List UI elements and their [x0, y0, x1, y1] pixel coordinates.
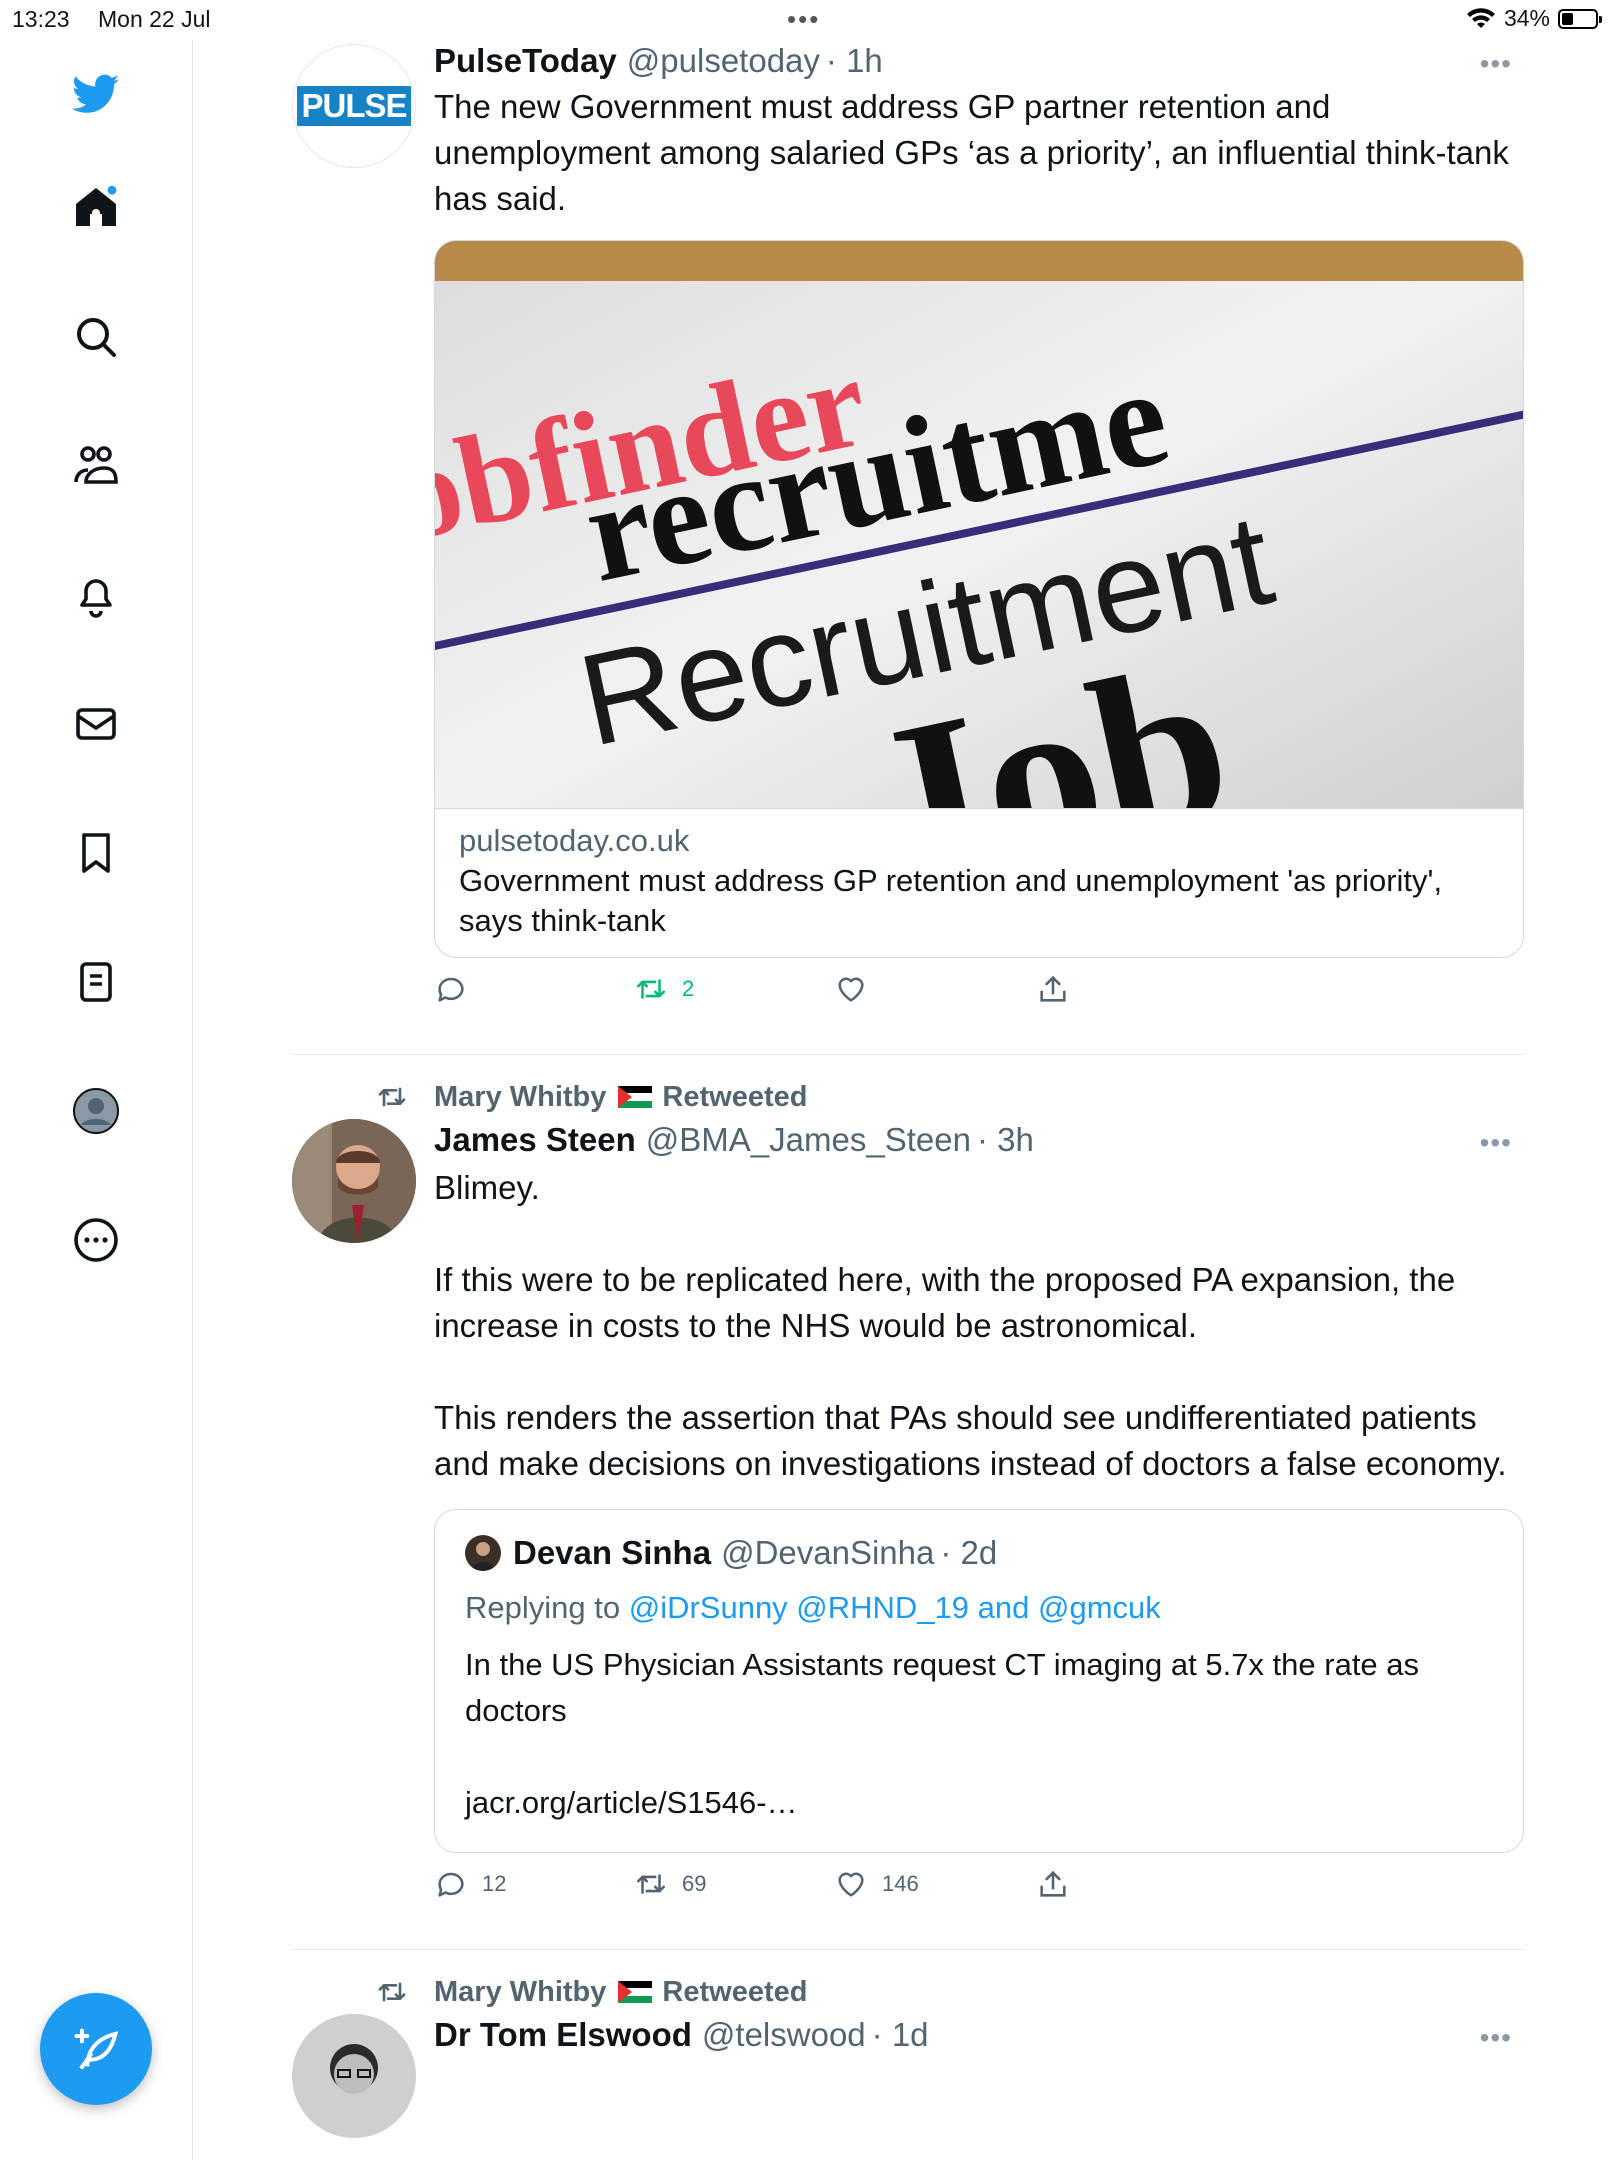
avatar[interactable]: PULSE [292, 44, 416, 168]
status-time: 13:23 [12, 6, 70, 32]
status-date: Mon 22 Jul [98, 6, 211, 32]
tweet[interactable]: James Steen @BMA_James_Steen · 3h ••• Bl… [292, 1119, 1524, 1923]
quote-author-name[interactable]: Devan Sinha [513, 1532, 711, 1574]
tweet-text: Blimey. If this were to be replicated he… [434, 1169, 1507, 1482]
quote-avatar [465, 1535, 501, 1571]
newspaper-recruitment-image: obfinder recruitme Recruitment Job [435, 241, 1523, 808]
retweet-count: 2 [682, 976, 695, 1001]
palestine-flag-icon [618, 1981, 653, 2003]
quote-text: In the US Physician Assistants request C… [465, 1647, 1420, 1820]
card-title: Government must address GP retention and… [459, 863, 1443, 938]
author-handle[interactable]: @telswood [702, 2014, 866, 2056]
retweet-button[interactable]: 69 [634, 1867, 706, 1901]
retweeted-icon [378, 1087, 406, 1107]
replying-to: Replying to @iDrSunny @RHND_19 and @gmcu… [465, 1586, 1493, 1630]
bookmarks-icon[interactable] [70, 827, 122, 879]
retweet-icon [636, 1874, 666, 1894]
retweet-context: Mary Whitby Retweeted [292, 1950, 1524, 2014]
more-options-icon[interactable]: ••• [1480, 48, 1512, 80]
reply-icon [438, 1872, 464, 1897]
author-name[interactable]: Dr Tom Elswood [434, 2014, 692, 2056]
like-count: 146 [882, 1871, 919, 1896]
tweet-actions: 12 69 146 [434, 1867, 1524, 1923]
like-icon [838, 977, 864, 1002]
tweet-actions: 2 [434, 972, 1524, 1028]
retweeted-label: Retweeted [662, 1080, 808, 1113]
sidebar [0, 40, 193, 2160]
multitasking-dots-icon[interactable]: ••• [787, 4, 820, 35]
share-icon [1040, 975, 1066, 1002]
author-name[interactable]: James Steen [434, 1119, 636, 1161]
tweet-time[interactable]: · 3h [977, 1119, 1034, 1161]
retweeter-name[interactable]: Mary Whitby [434, 1976, 606, 2009]
retweeted-icon [378, 1982, 406, 2002]
quote-author-handle[interactable]: @DevanSinha [721, 1532, 934, 1574]
like-button[interactable]: 146 [834, 1867, 919, 1901]
like-button[interactable] [834, 972, 882, 1006]
retweet-button[interactable]: 2 [634, 972, 694, 1006]
avatar[interactable] [292, 1119, 416, 1243]
status-right: 34% [1466, 5, 1602, 32]
reply-count: 12 [482, 1871, 507, 1896]
search-icon[interactable] [70, 311, 122, 363]
quote-header: Devan Sinha @DevanSinha · 2d [465, 1532, 1493, 1574]
communities-icon[interactable] [70, 440, 122, 492]
compose-feather-icon [74, 2028, 119, 2070]
more-options-icon[interactable]: ••• [1480, 1127, 1512, 1159]
replying-prefix: Replying to [465, 1590, 621, 1625]
share-button[interactable] [1036, 1867, 1070, 1901]
share-button[interactable] [1036, 972, 1070, 1006]
share-icon [1040, 1870, 1066, 1897]
tweet-header: James Steen @BMA_James_Steen · 3h [434, 1119, 1524, 1161]
reply-icon [438, 977, 464, 1002]
tweet-time[interactable]: · 1d [872, 2014, 929, 2056]
tweet-text: The new Government must address GP partn… [434, 88, 1519, 217]
link-card[interactable]: obfinder recruitme Recruitment Job pulse… [434, 240, 1524, 958]
retweeter-name[interactable]: Mary Whitby [434, 1081, 606, 1114]
status-bar: 13:23 Mon 22 Jul ••• 34% [0, 0, 1620, 40]
quote-time: · 2d [940, 1534, 998, 1571]
tweet[interactable]: Dr Tom Elswood @telswood · 1d ••• [292, 2014, 1524, 2138]
palestine-flag-icon [618, 1086, 653, 1108]
retweeted-by-line: Mary Whitby Retweeted [292, 1970, 1524, 2014]
retweet-icon [636, 979, 666, 999]
retweet-context: Mary Whitby Retweeted [292, 1055, 1524, 1119]
avatar-photo [292, 2014, 416, 2138]
replying-mentions[interactable]: @iDrSunny @RHND_19 and @gmcuk [629, 1590, 1161, 1625]
tweet-header: Dr Tom Elswood @telswood · 1d [434, 2014, 1524, 2056]
more-icon[interactable] [70, 1214, 122, 1266]
notifications-icon[interactable] [70, 569, 122, 621]
timeline-feed: PULSE PulseToday @pulsetoday · 1h ••• Th… [292, 40, 1524, 2138]
reply-button[interactable] [434, 972, 482, 1006]
compose-button[interactable] [40, 1993, 152, 2105]
retweeted-label: Retweeted [662, 1975, 808, 2008]
battery-icon [1558, 8, 1602, 29]
home-icon[interactable] [70, 181, 122, 233]
author-name[interactable]: PulseToday [434, 40, 617, 82]
card-meta: pulsetoday.co.uk Government must address… [435, 809, 1523, 957]
retweet-count: 69 [682, 1871, 707, 1896]
card-image: obfinder recruitme Recruitment Job [435, 241, 1523, 809]
like-icon [838, 1872, 864, 1897]
quoted-tweet[interactable]: Devan Sinha @DevanSinha · 2d Replying to… [434, 1509, 1524, 1853]
battery-percent: 34% [1503, 5, 1550, 31]
battery-fill [1562, 12, 1573, 25]
wifi-icon [1466, 7, 1495, 28]
tweet[interactable]: PULSE PulseToday @pulsetoday · 1h ••• Th… [292, 40, 1524, 1028]
tweet-time[interactable]: · 1h [826, 40, 883, 82]
author-handle[interactable]: @BMA_James_Steen [646, 1119, 971, 1161]
reply-button[interactable]: 12 [434, 1867, 506, 1901]
tweet-header: PulseToday @pulsetoday · 1h [434, 40, 1524, 82]
avatar-pulse-logo: PULSE [297, 86, 411, 126]
author-handle[interactable]: @pulsetoday [627, 40, 820, 82]
more-options-icon[interactable]: ••• [1480, 2022, 1512, 2054]
profile-icon[interactable] [70, 1085, 122, 1137]
twitter-logo-icon[interactable] [70, 68, 122, 120]
lists-icon[interactable] [70, 956, 122, 1008]
avatar[interactable] [292, 2014, 416, 2138]
messages-icon[interactable] [70, 698, 122, 750]
card-domain: pulsetoday.co.uk [459, 823, 690, 858]
retweeted-by-line: Mary Whitby Retweeted [292, 1075, 1524, 1119]
avatar-photo [292, 1119, 416, 1243]
